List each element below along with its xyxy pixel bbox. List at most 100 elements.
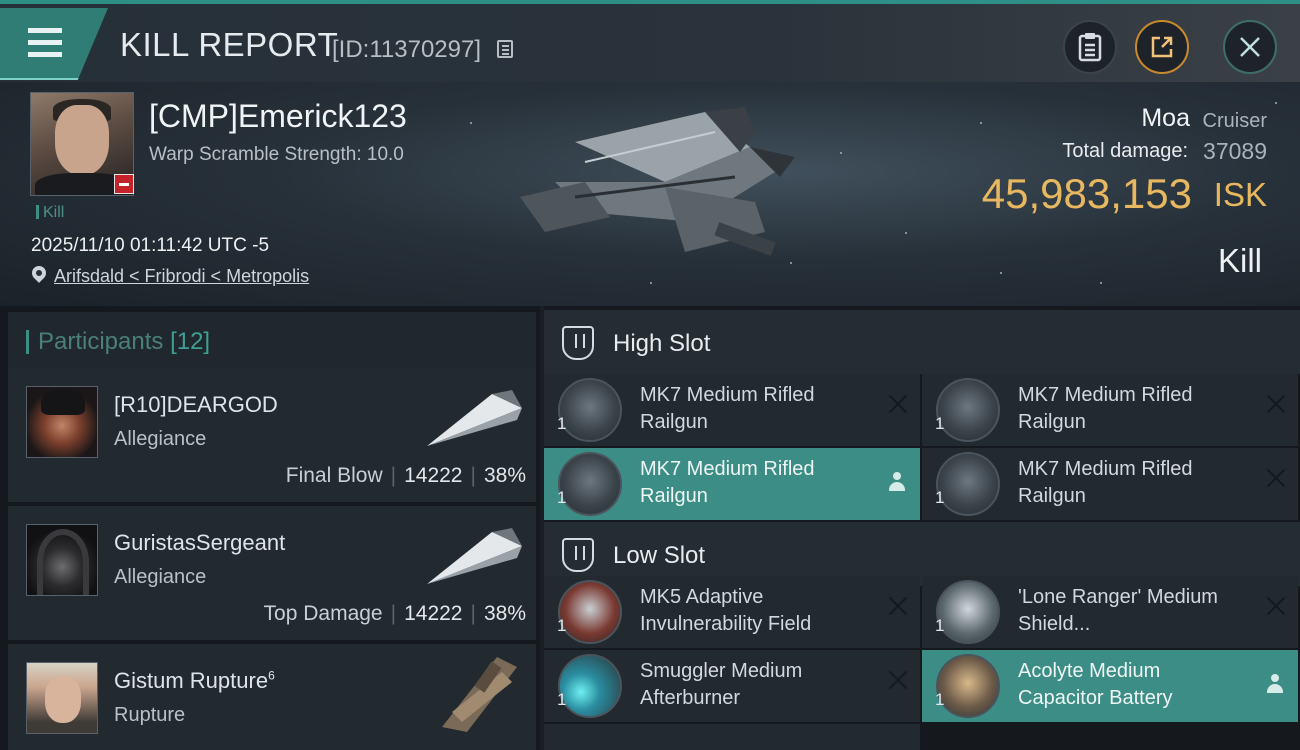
module-name: MK7 Medium Rifled Railgun <box>1018 458 1193 507</box>
participant-avatar <box>26 662 98 734</box>
total-damage-value: 37089 <box>1203 138 1267 164</box>
copy-icon[interactable] <box>497 40 513 58</box>
kill-tag: Kill <box>36 204 64 222</box>
participant-name: GuristasSergeant <box>114 530 286 555</box>
destroyed-icon <box>1266 468 1286 488</box>
isk-unit: ISK <box>1213 176 1267 213</box>
module-name: MK7 Medium Rifled Railgun <box>640 458 815 507</box>
menu-icon <box>28 28 62 33</box>
person-icon <box>888 472 906 492</box>
victim-banner: [CMP]Emerick123 Warp Scramble Strength: … <box>0 82 1300 306</box>
participants-header: Participants [12] <box>8 312 536 370</box>
ship-class: Cruiser <box>1202 110 1267 132</box>
victim-ship-image <box>520 107 795 256</box>
module-name: MK7 Medium Rifled Railgun <box>640 384 815 433</box>
kill-timestamp: 2025/11/10 01:11:42 UTC -5 <box>31 235 270 256</box>
participant-name: [R10]DEARGOD <box>114 392 278 417</box>
menu-icon <box>28 40 62 45</box>
module-quantity: 1 <box>557 488 567 507</box>
result-label: Kill <box>1217 242 1262 279</box>
module-item[interactable]: 1 MK7 Medium Rifled Railgun <box>922 448 1298 520</box>
module-item[interactable]: 1 MK5 Adaptive Invulnerability Field <box>544 576 920 648</box>
shield-extender-icon <box>936 580 1000 644</box>
close-button[interactable] <box>1223 20 1277 74</box>
participants-label: Participants <box>38 328 164 355</box>
destroyed-icon <box>1266 596 1286 616</box>
high-slot-icon <box>562 326 594 360</box>
participant-stats: Final Blow | 14222 | 38% <box>285 464 526 487</box>
module-quantity: 1 <box>935 690 945 709</box>
page-title: KILL REPORT <box>120 26 339 63</box>
participant-damage: 14222 <box>404 602 463 625</box>
victim-name[interactable]: [CMP]Emerick123 <box>149 98 407 135</box>
participants-title: Participants [12] <box>26 328 210 356</box>
railgun-icon <box>558 378 622 442</box>
high-slot-header: High Slot <box>544 310 1300 374</box>
module-quantity: 1 <box>935 488 945 507</box>
module-item[interactable]: 1 MK7 Medium Rifled Railgun <box>922 374 1298 446</box>
isk-value: 45,983,153 <box>981 170 1192 217</box>
module-quantity: 1 <box>557 616 567 635</box>
module-quantity: 1 <box>557 690 567 709</box>
report-document-button[interactable] <box>1063 20 1117 74</box>
share-button[interactable] <box>1135 20 1189 74</box>
participant-role: Top Damage <box>263 602 383 625</box>
participant-ship-image <box>427 390 522 446</box>
participant-avatar <box>26 524 98 596</box>
capacitor-battery-icon <box>936 654 1000 718</box>
participant-row[interactable]: Gistum Rupture6 Rupture <box>8 644 536 750</box>
participant-ship-image <box>442 657 517 732</box>
participant-name: Gistum Rupture6 <box>114 668 275 693</box>
participant-damage: 14222 <box>404 464 463 487</box>
report-id: [ID:11370297] <box>332 36 482 63</box>
module-item[interactable]: 1 Smuggler Medium Afterburner <box>544 650 920 722</box>
person-icon <box>1266 674 1284 694</box>
menu-icon <box>28 52 62 57</box>
fitting-panel: High Slot 1 MK7 Medium Rifled Railgun 1 … <box>544 306 1300 750</box>
participant-row[interactable]: [R10]DEARGOD Allegiance Final Blow | 14222… <box>8 368 536 502</box>
participant-ship-image <box>427 528 522 584</box>
close-icon <box>1240 37 1260 57</box>
participant-role: Final Blow <box>285 464 383 487</box>
title-bar: KILL REPORT [ID:11370297] <box>0 0 1300 82</box>
module-item-partial[interactable] <box>544 724 920 750</box>
participant-row[interactable]: GuristasSergeant Allegiance Top Damage | 1… <box>8 506 536 640</box>
destroyed-icon <box>888 394 908 414</box>
module-name: 'Lone Ranger' Medium Shield... <box>1018 586 1218 635</box>
participant-stats: Top Damage | 14222 | 38% <box>263 602 526 625</box>
participant-corp: Rupture <box>114 704 186 726</box>
railgun-icon <box>936 452 1000 516</box>
module-name: MK5 Adaptive Invulnerability Field <box>640 586 812 635</box>
module-name: MK7 Medium Rifled Railgun <box>1018 384 1193 433</box>
module-name: Acolyte Medium Capacitor Battery <box>1018 660 1173 709</box>
warp-scramble-strength: Warp Scramble Strength: 10.0 <box>149 144 404 165</box>
destroyed-icon <box>888 670 908 690</box>
module-quantity: 1 <box>557 414 567 433</box>
kill-location-link[interactable]: Arifsdald < Fribrodi < Metropolis <box>54 266 309 287</box>
victim-status-badge <box>114 174 134 194</box>
low-slot-icon <box>562 538 594 572</box>
participants-count: [12] <box>170 328 211 355</box>
participant-corp: Allegiance <box>114 428 207 450</box>
total-damage-label: Total damage: <box>1062 140 1188 162</box>
module-item[interactable]: 1 MK7 Medium Rifled Railgun <box>544 374 920 446</box>
participant-avatar <box>26 386 98 458</box>
module-quantity: 1 <box>935 616 945 635</box>
menu-button[interactable] <box>0 8 108 80</box>
module-item[interactable]: 1 'Lone Ranger' Medium Shield... <box>922 576 1298 648</box>
share-icon <box>1151 36 1173 58</box>
participant-corp: Allegiance <box>114 566 207 588</box>
clipboard-icon <box>1078 33 1102 62</box>
railgun-icon <box>936 378 1000 442</box>
destroyed-icon <box>888 596 908 616</box>
location-pin-icon <box>29 263 49 283</box>
shield-hardener-icon <box>558 580 622 644</box>
high-slot-label: High Slot <box>613 330 711 357</box>
module-item[interactable]: 1 MK7 Medium Rifled Railgun <box>544 448 920 520</box>
module-item[interactable]: 1 Acolyte Medium Capacitor Battery <box>922 650 1298 722</box>
railgun-icon <box>558 452 622 516</box>
module-name: Smuggler Medium Afterburner <box>640 660 803 709</box>
participants-panel: Participants [12] [R10]DEARGOD Allegianc… <box>0 306 540 750</box>
participant-percent: 38% <box>483 464 526 487</box>
afterburner-icon <box>558 654 622 718</box>
